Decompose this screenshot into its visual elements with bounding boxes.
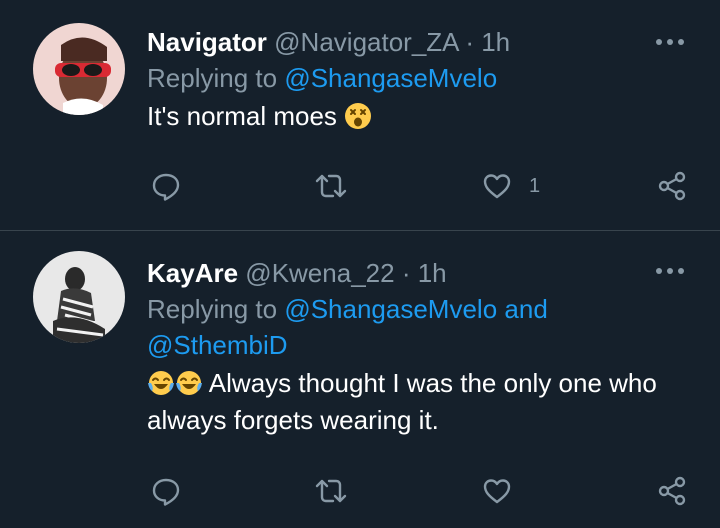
like-button[interactable] bbox=[481, 475, 513, 507]
tweet-text-content: Always thought I was the only one who al… bbox=[147, 368, 657, 435]
share-icon bbox=[658, 171, 686, 201]
user-handle[interactable]: @Kwena_22 bbox=[245, 258, 394, 288]
tweet[interactable]: Navigator @Navigator_ZA · 1h Replying to… bbox=[0, 0, 720, 230]
separator-dot: · bbox=[401, 258, 411, 288]
display-name[interactable]: Navigator bbox=[147, 27, 267, 57]
share-button[interactable] bbox=[656, 170, 688, 202]
tears-of-joy-face-icon bbox=[176, 371, 202, 395]
more-options-icon[interactable] bbox=[650, 261, 690, 281]
tears-of-joy-face-icon bbox=[148, 371, 174, 395]
retweet-icon bbox=[315, 479, 347, 503]
tweet[interactable]: KayAre @Kwena_22 · 1h Replying to @Shang… bbox=[0, 231, 720, 528]
more-options-icon[interactable] bbox=[650, 32, 690, 52]
replying-to: Replying to @ShangaseMvelo bbox=[147, 60, 680, 96]
tweet-actions bbox=[0, 471, 720, 511]
tweet-text-content: It's normal moes bbox=[147, 101, 337, 131]
share-button[interactable] bbox=[656, 475, 688, 507]
user-avatar[interactable] bbox=[33, 23, 125, 115]
retweet-button[interactable] bbox=[313, 170, 349, 202]
astonished-face-icon bbox=[345, 103, 372, 129]
tweet-content: Navigator @Navigator_ZA · 1h Replying to… bbox=[147, 24, 680, 135]
share-icon bbox=[658, 476, 686, 506]
mention-joiner[interactable]: and bbox=[504, 294, 547, 324]
reply-icon bbox=[152, 173, 180, 201]
tweet-header: Navigator @Navigator_ZA · 1h bbox=[147, 24, 680, 60]
tweet-header: KayAre @Kwena_22 · 1h bbox=[147, 255, 680, 291]
like-count: 1 bbox=[529, 174, 541, 197]
heart-icon bbox=[483, 174, 511, 199]
user-handle[interactable]: @Navigator_ZA bbox=[274, 27, 458, 57]
retweet-icon bbox=[315, 174, 347, 198]
separator-dot: · bbox=[465, 27, 474, 57]
reply-icon bbox=[152, 478, 180, 506]
tweet-text: Always thought I was the only one who al… bbox=[147, 365, 680, 439]
timestamp[interactable]: 1h bbox=[481, 27, 510, 57]
retweet-button[interactable] bbox=[313, 475, 349, 507]
replying-to: Replying to @ShangaseMvelo and @SthembiD bbox=[147, 291, 680, 363]
reply-button[interactable] bbox=[150, 475, 182, 507]
like-button[interactable]: 1 bbox=[481, 170, 540, 202]
replying-prefix: Replying to bbox=[147, 294, 278, 324]
reply-button[interactable] bbox=[150, 170, 182, 202]
mention-link[interactable]: @SthembiD bbox=[147, 330, 288, 360]
display-name[interactable]: KayAre bbox=[147, 258, 238, 288]
user-avatar[interactable] bbox=[33, 251, 125, 343]
heart-icon bbox=[483, 479, 511, 504]
timestamp[interactable]: 1h bbox=[418, 258, 447, 288]
tweet-text: It's normal moes bbox=[147, 98, 680, 135]
mention-link[interactable]: @ShangaseMvelo bbox=[284, 294, 497, 324]
mention-link[interactable]: @ShangaseMvelo bbox=[284, 63, 497, 93]
tweet-actions: 1 bbox=[0, 166, 720, 206]
tweet-content: KayAre @Kwena_22 · 1h Replying to @Shang… bbox=[147, 255, 680, 439]
replying-prefix: Replying to bbox=[147, 63, 278, 93]
